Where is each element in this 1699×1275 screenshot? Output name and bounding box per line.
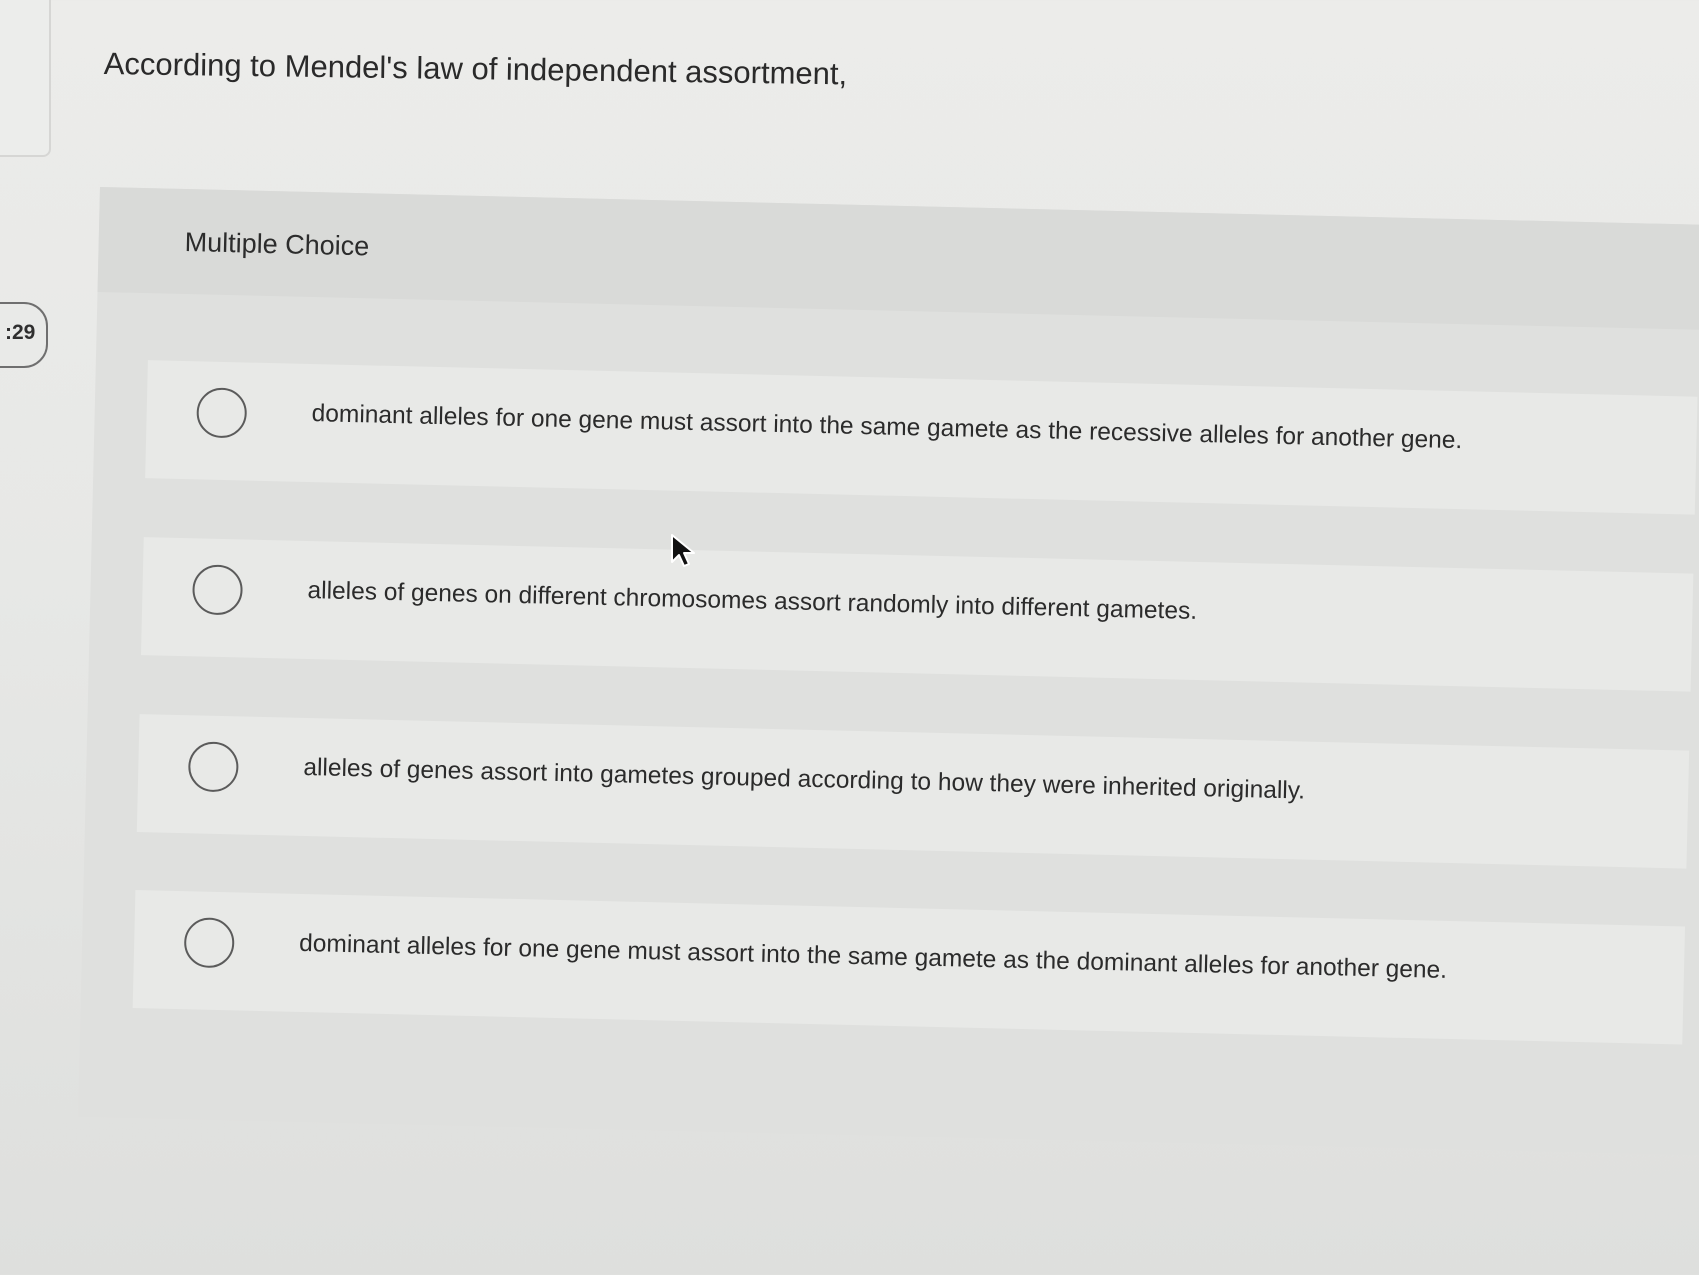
answer-option-1[interactable]: dominant alleles for one gene must assor…	[145, 360, 1698, 515]
timer-text: :29	[5, 321, 36, 344]
answer-option-label-3[interactable]: alleles of genes assort into gametes gro…	[303, 754, 1305, 806]
answer-option-3[interactable]: alleles of genes assort into gametes gro…	[136, 714, 1690, 869]
multiple-choice-header: Multiple Choice	[97, 187, 1699, 331]
answer-option-label-1[interactable]: dominant alleles for one gene must assor…	[311, 400, 1462, 455]
radio-button-icon[interactable]	[191, 564, 244, 616]
question-page: :29 According to Mendel's law of indepen…	[0, 0, 1699, 1275]
answer-option-label-4[interactable]: dominant alleles for one gene must assor…	[299, 930, 1447, 985]
multiple-choice-panel: Multiple Choice dominant alleles for one…	[78, 187, 1699, 1156]
question-prompt: According to Mendel's law of independent…	[103, 46, 848, 92]
answer-option-2[interactable]: alleles of genes on different chromosome…	[140, 537, 1694, 692]
radio-button-icon[interactable]	[187, 741, 239, 793]
mouse-pointer-icon	[671, 534, 695, 567]
answer-option-4[interactable]: dominant alleles for one gene must assor…	[132, 890, 1686, 1045]
radio-button-icon[interactable]	[196, 387, 248, 439]
timer-badge: :29	[0, 302, 48, 368]
answer-option-label-2[interactable]: alleles of genes on different chromosome…	[307, 577, 1197, 626]
radio-button-icon[interactable]	[183, 917, 235, 969]
multiple-choice-title: Multiple Choice	[184, 227, 370, 262]
left-sidebar-tab[interactable]	[0, 0, 51, 157]
